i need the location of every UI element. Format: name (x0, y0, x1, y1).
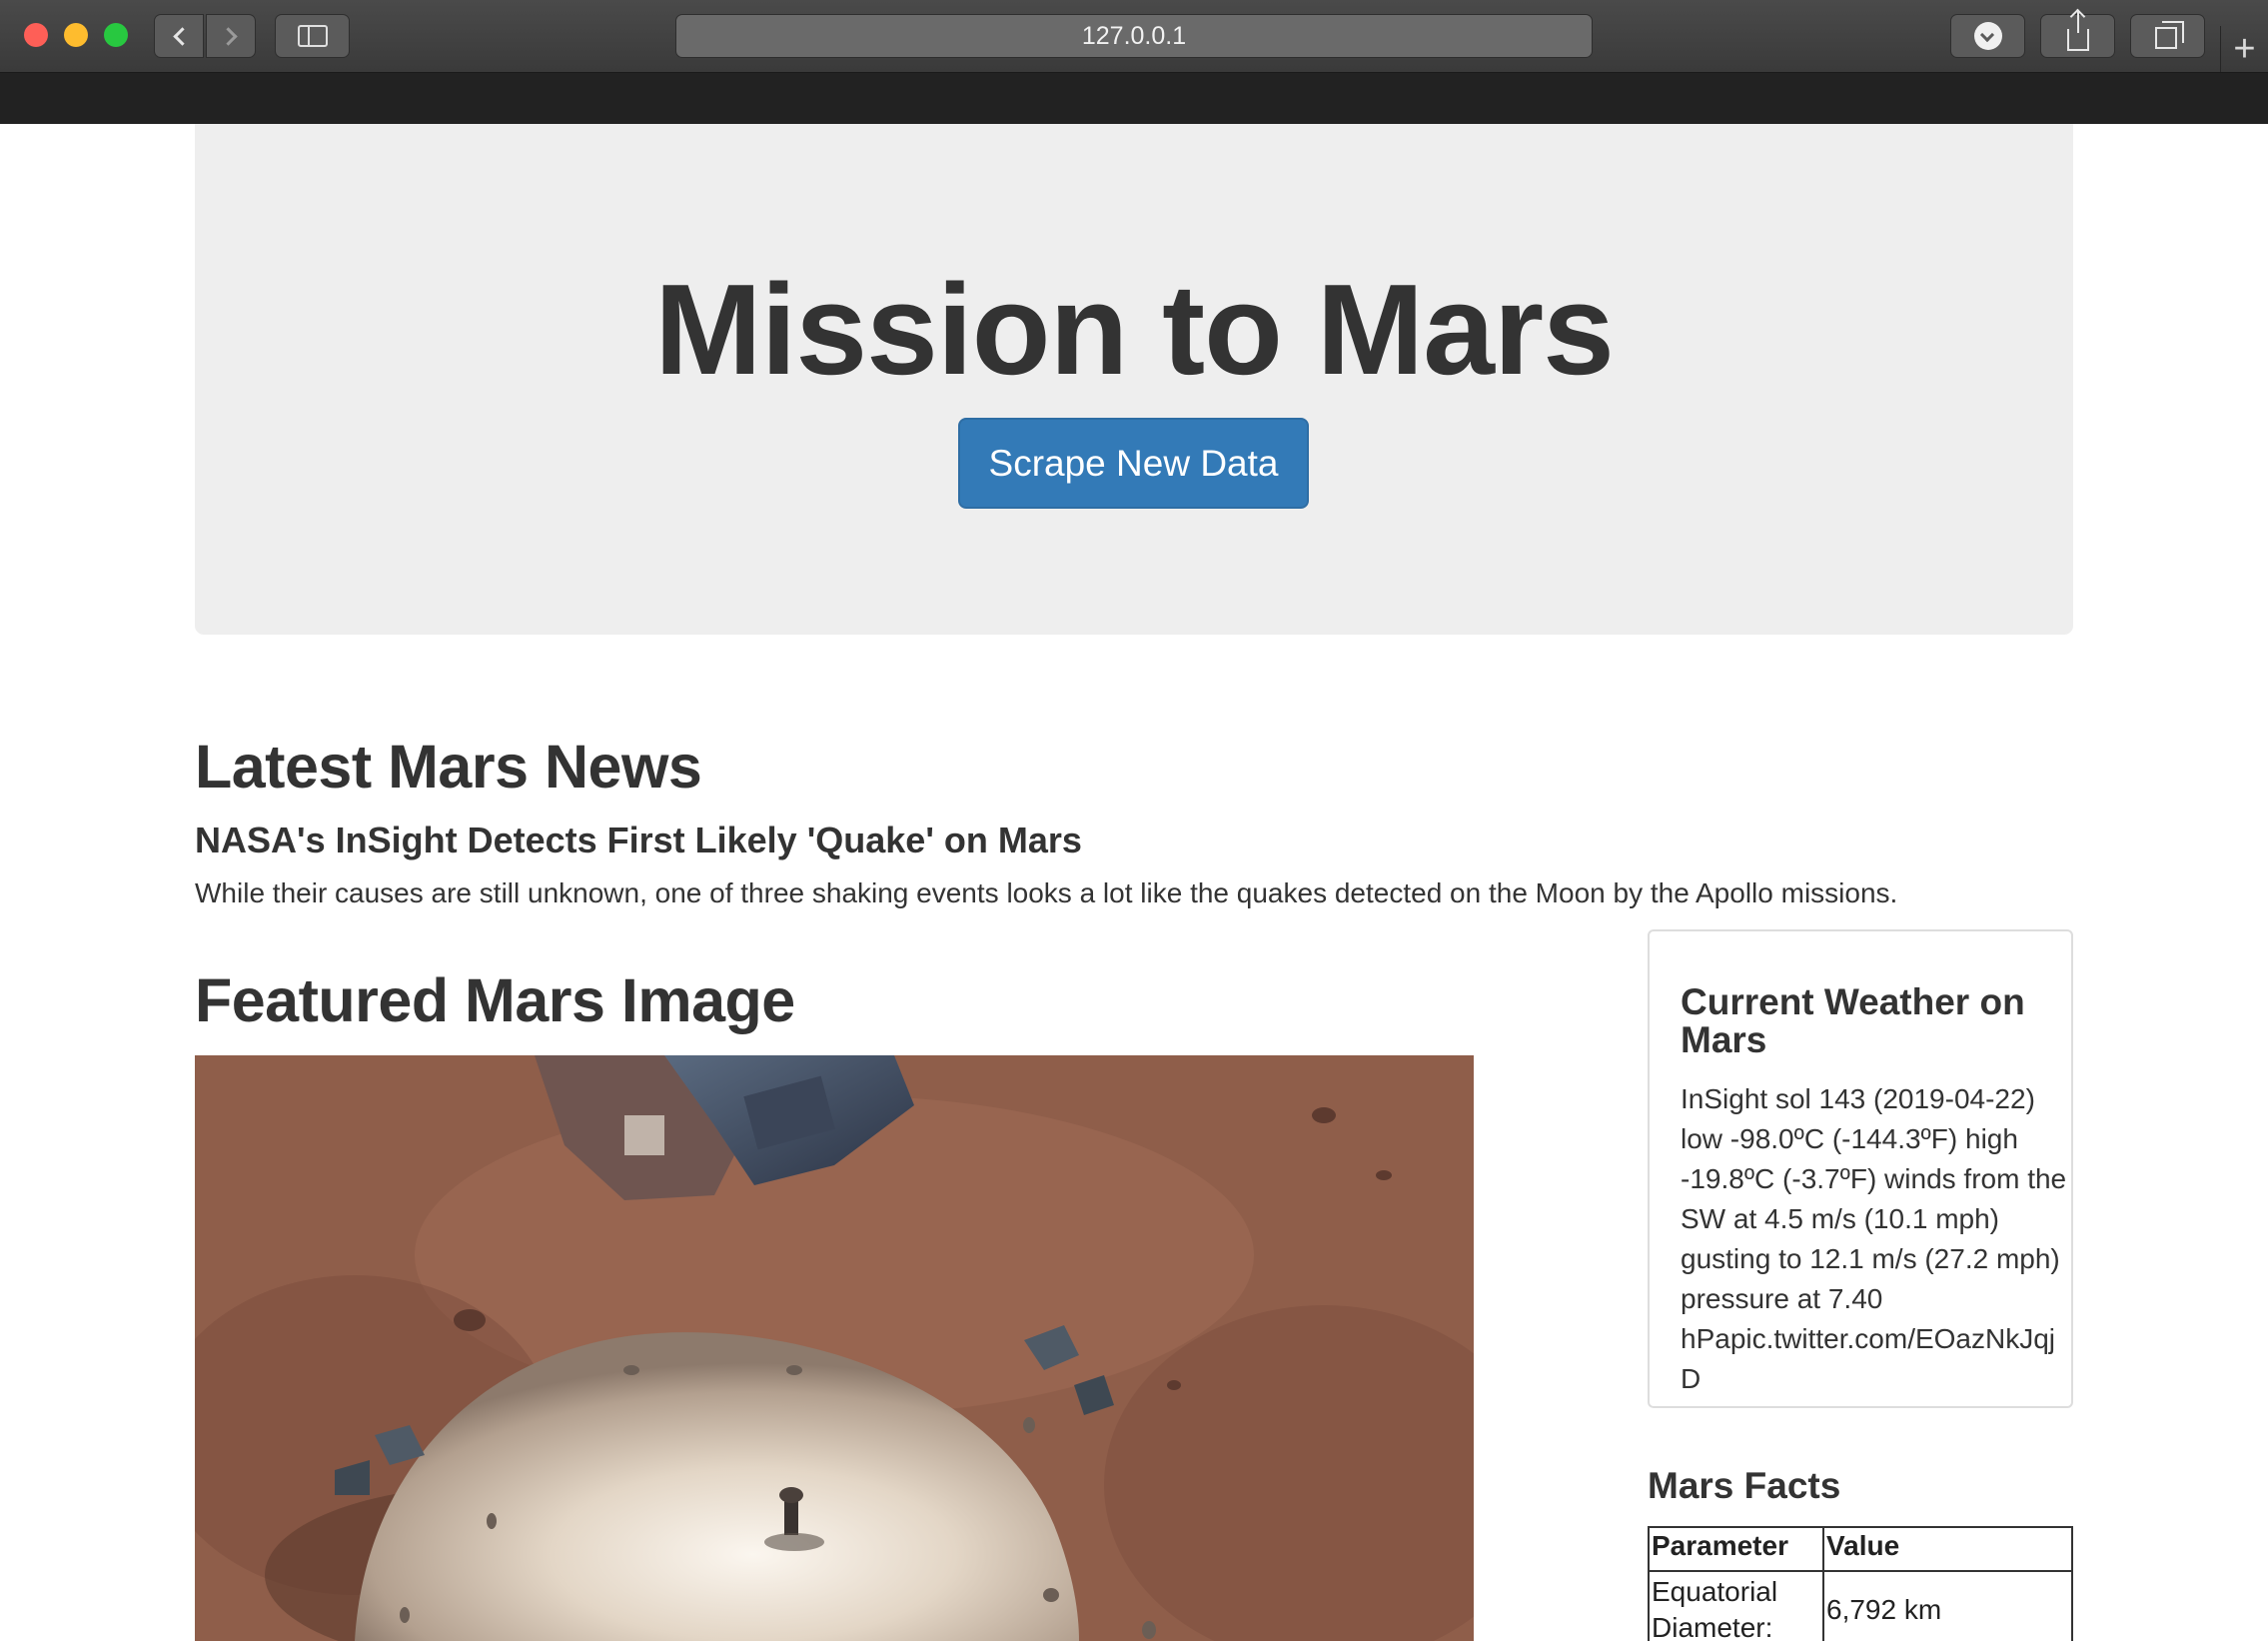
jumbotron: Mission to Mars Scrape New Data (195, 124, 2073, 635)
fact-value: 6,792 km (1822, 1570, 2073, 1641)
table-row: Equatorial Diameter: 6,792 km (1648, 1570, 2073, 1641)
share-icon (2066, 11, 2089, 51)
fact-parameter: Equatorial Diameter: (1648, 1570, 1824, 1641)
downloads-button[interactable] (1950, 14, 2025, 58)
page-title: Mission to Mars (654, 258, 1615, 402)
chevron-left-icon (172, 26, 192, 46)
weather-heading: Current Weather on Mars (1681, 981, 2025, 1060)
table-header-row: Parameter Value (1648, 1526, 2073, 1572)
insight-lander-illustration (195, 1055, 1474, 1641)
news-paragraph: While their causes are still unknown, on… (195, 877, 1898, 908)
tab-overview-button[interactable] (2130, 14, 2205, 58)
new-tab-button[interactable]: + (2220, 26, 2268, 72)
download-icon (1973, 22, 2002, 50)
tabs-overview-icon (2154, 21, 2184, 49)
news-title: NASA's InSight Detects First Likely 'Qua… (195, 820, 1082, 860)
weather-panel: Current Weather on Mars InSight sol 143 … (1648, 929, 2073, 1408)
column-header-parameter: Parameter (1648, 1526, 1824, 1572)
page-navbar (0, 73, 2268, 124)
back-button[interactable] (154, 14, 204, 58)
browser-titlebar: 127.0.0.1 + (0, 0, 2268, 73)
weather-report: InSight sol 143 (2019-04-22) low -98.0ºC… (1681, 1083, 2067, 1394)
plus-icon: + (2233, 28, 2256, 70)
column-header-value: Value (1822, 1526, 2073, 1572)
forward-button[interactable] (206, 14, 256, 58)
chevron-right-icon (218, 26, 238, 46)
address-bar[interactable]: 127.0.0.1 (675, 14, 1593, 58)
minimize-window-button[interactable] (64, 23, 88, 47)
address-bar-url: 127.0.0.1 (1081, 21, 1187, 50)
sidebar-toggle-button[interactable] (275, 14, 350, 58)
close-window-button[interactable] (24, 23, 48, 47)
featured-image-heading: Featured Mars Image (195, 966, 795, 1034)
featured-mars-image (195, 1055, 1474, 1641)
mars-facts-table: Parameter Value Equatorial Diameter: 6,7… (1648, 1526, 2073, 1641)
zoom-window-button[interactable] (104, 23, 128, 47)
news-heading: Latest Mars News (195, 733, 702, 801)
scrape-new-data-button[interactable]: Scrape New Data (958, 418, 1309, 509)
sidebar-icon (297, 25, 328, 47)
mars-facts-heading: Mars Facts (1648, 1465, 1841, 1506)
share-button[interactable] (2040, 11, 2115, 58)
